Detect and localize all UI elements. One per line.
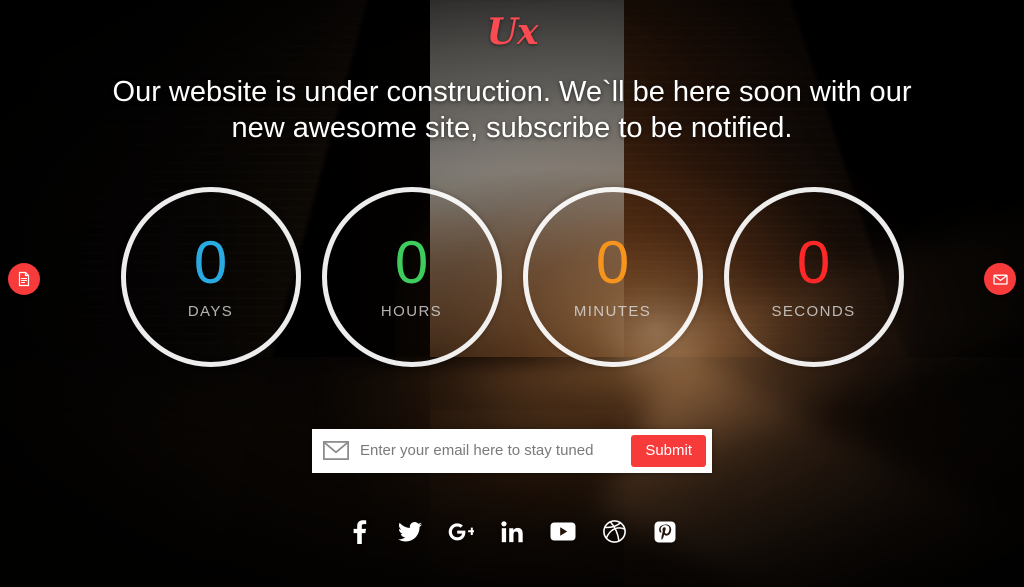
- countdown-label-minutes: MINUTES: [573, 303, 652, 320]
- social-links: [346, 519, 678, 545]
- countdown-unit-minutes: 0 MINUTES: [522, 186, 703, 367]
- countdown-timer: 0 DAYS 0 HOURS 0 MINUTES 0 SECONDS: [120, 186, 904, 367]
- headline-line-2: new awesome site, subscribe to be notifi…: [231, 112, 793, 145]
- countdown-label-seconds: SECONDS: [771, 303, 856, 320]
- social-link-linkedin[interactable]: [499, 519, 525, 545]
- dribbble-icon: [602, 520, 626, 543]
- countdown-label-days: DAYS: [187, 303, 234, 320]
- countdown-value-seconds: 0: [796, 229, 831, 296]
- countdown-unit-days: 0 DAYS: [120, 186, 301, 367]
- social-link-dribbble[interactable]: [601, 519, 627, 545]
- social-link-googleplus[interactable]: [448, 519, 474, 545]
- countdown-unit-hours: 0 HOURS: [321, 186, 502, 367]
- facebook-icon: [353, 519, 366, 544]
- side-tab-contact[interactable]: [984, 263, 1016, 295]
- envelope-icon: [312, 429, 360, 473]
- page-title: Our website is under construction. We`ll…: [112, 74, 912, 147]
- brand-logo: Ux: [486, 11, 539, 53]
- social-link-pinterest[interactable]: [652, 519, 678, 545]
- countdown-label-hours: HOURS: [380, 303, 443, 320]
- social-link-twitter[interactable]: [397, 519, 423, 545]
- email-input[interactable]: [360, 434, 632, 467]
- document-icon: [18, 271, 30, 287]
- social-link-facebook[interactable]: [346, 519, 372, 545]
- subscribe-form: Submit: [312, 428, 712, 473]
- countdown-value-minutes: 0: [595, 229, 630, 296]
- pinterest-icon: [654, 521, 676, 542]
- page-content: Ux Our website is under construction. We…: [0, 0, 1024, 587]
- twitter-icon: [398, 521, 422, 541]
- googleplus-icon: [448, 522, 474, 540]
- under-construction-page: Ux Our website is under construction. We…: [0, 0, 1024, 587]
- envelope-icon: [992, 274, 1008, 285]
- linkedin-icon: [501, 520, 523, 542]
- youtube-icon: [550, 522, 576, 541]
- countdown-value-hours: 0: [394, 229, 429, 296]
- side-tab-document[interactable]: [8, 263, 40, 295]
- headline-line-1: Our website is under construction. We`ll…: [112, 76, 912, 108]
- submit-button[interactable]: Submit: [631, 434, 706, 467]
- countdown-unit-seconds: 0 SECONDS: [723, 186, 904, 367]
- social-link-youtube[interactable]: [550, 519, 576, 545]
- countdown-value-days: 0: [193, 229, 228, 296]
